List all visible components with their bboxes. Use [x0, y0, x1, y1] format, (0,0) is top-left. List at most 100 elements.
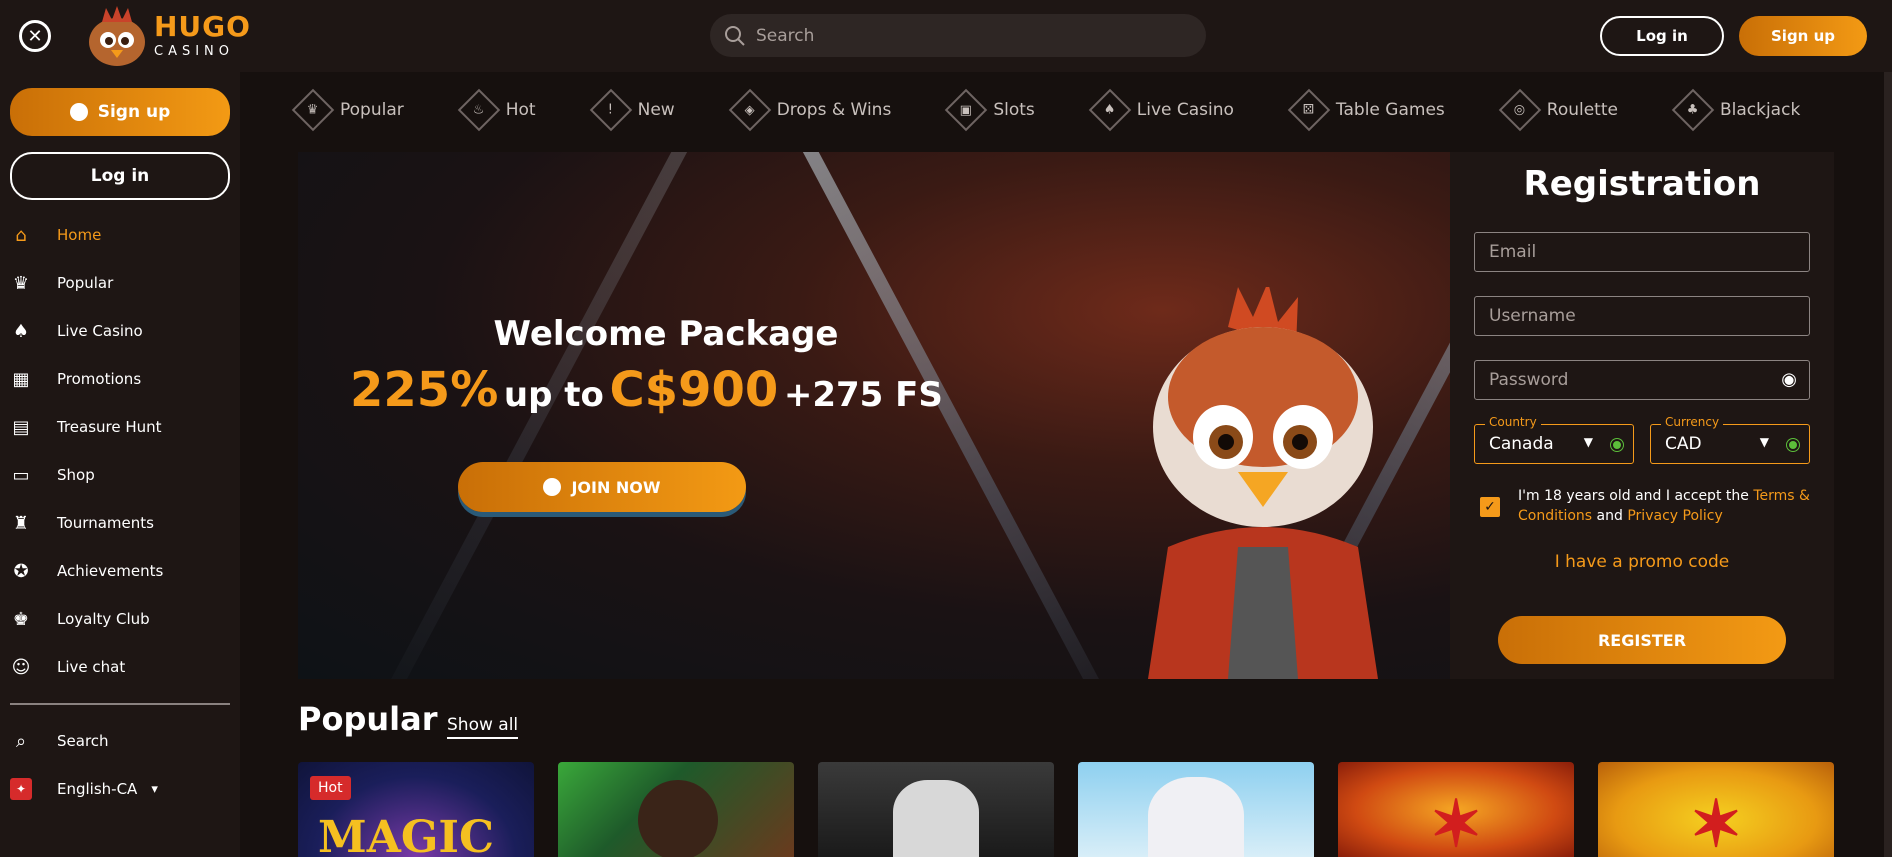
game-character-image	[893, 780, 979, 857]
shop-icon: ▭	[12, 464, 30, 486]
hugo-mascot-image	[1148, 287, 1378, 679]
offer-percent: 225%	[350, 362, 499, 418]
page-scrollbar[interactable]	[1884, 72, 1892, 857]
user-icon	[69, 103, 88, 121]
sidebar-search[interactable]: ⌕ Search	[10, 726, 109, 756]
dice-icon: ⚄	[1287, 88, 1331, 132]
header-login-button[interactable]: Log in	[1600, 16, 1724, 56]
sidebar-item-tournaments[interactable]: ♜ Tournaments	[10, 508, 154, 538]
game-tile[interactable]: Hot MAGIC	[298, 762, 534, 857]
medal-icon: ✪	[13, 560, 29, 582]
sidebar-signup-button[interactable]: Sign up	[10, 88, 230, 136]
sidebar-item-home[interactable]: ⌂ Home	[10, 220, 101, 250]
category-popular[interactable]: ♛ Popular	[291, 88, 404, 132]
top-bar: ✕ HUGO CASINO Search Log in Sign up	[0, 0, 1892, 72]
password-placeholder: Password	[1489, 370, 1569, 390]
username-field[interactable]: Username	[1474, 296, 1810, 336]
promo-code-link[interactable]: I have a promo code	[1450, 552, 1834, 572]
sidebar-item-label: Loyalty Club	[57, 610, 150, 628]
game-tile[interactable]: ✶	[1598, 762, 1834, 857]
game-tile[interactable]	[1078, 762, 1314, 857]
category-label: Live Casino	[1136, 100, 1234, 120]
sidebar-item-label: Treasure Hunt	[57, 418, 162, 436]
sidebar-item-label: Promotions	[57, 370, 142, 388]
sidebar-item-shop[interactable]: ▭ Shop	[10, 460, 95, 490]
trophy-icon: ♜	[12, 512, 30, 534]
terms-checkbox[interactable]: ✓	[1480, 497, 1500, 517]
category-label: Drops & Wins	[776, 100, 892, 120]
currency-select[interactable]: Currency CAD ▼	[1650, 415, 1810, 464]
category-new[interactable]: ! New	[589, 88, 675, 132]
category-drops-wins[interactable]: ◈ Drops & Wins	[728, 88, 892, 132]
crown-icon: ♚	[12, 608, 30, 630]
sidebar-signup-label: Sign up	[97, 102, 171, 122]
category-label: Table Games	[1335, 100, 1445, 120]
category-table-games[interactable]: ⚄ Table Games	[1287, 88, 1445, 132]
language-selector[interactable]: ✦ English-CA ▾	[10, 774, 158, 804]
brand-sub: CASINO	[154, 44, 235, 59]
exclamation-icon: !	[589, 88, 632, 132]
register-button[interactable]: REGISTER	[1498, 616, 1786, 664]
country-select[interactable]: Country Canada ▼	[1474, 415, 1634, 464]
game-tile[interactable]: ✶	[1338, 762, 1574, 857]
sidebar-item-treasure-hunt[interactable]: ▤ Treasure Hunt	[10, 412, 162, 442]
category-blackjack[interactable]: ♣ Blackjack	[1671, 88, 1801, 132]
currency-value: CAD	[1665, 434, 1702, 454]
sidebar-item-label: Shop	[57, 466, 95, 484]
email-field[interactable]: Email	[1474, 232, 1810, 272]
crown-icon: ♛	[291, 88, 335, 132]
category-label: Hot	[505, 100, 536, 120]
header-signup-button[interactable]: Sign up	[1739, 16, 1867, 56]
category-hot[interactable]: ♨ Hot	[457, 88, 536, 132]
sidebar-item-live-chat[interactable]: ☺ Live chat	[10, 652, 126, 682]
game-tile[interactable]	[558, 762, 794, 857]
terms-and: and	[1592, 508, 1628, 524]
roulette-icon: ◎	[1498, 88, 1541, 132]
sidebar-item-loyalty-club[interactable]: ♚ Loyalty Club	[10, 604, 150, 634]
category-roulette[interactable]: ◎ Roulette	[1498, 88, 1618, 132]
currency-label: Currency	[1661, 415, 1724, 429]
user-icon	[543, 478, 562, 496]
valid-status-icon	[1787, 439, 1799, 451]
game-symbol-image: ✶	[1429, 787, 1483, 857]
password-field[interactable]: Password ◉	[1474, 360, 1810, 400]
game-tile[interactable]	[818, 762, 1054, 857]
valid-status-icon	[1611, 439, 1623, 451]
chat-icon: ☺	[11, 656, 31, 678]
registration-title: Registration	[1523, 164, 1761, 204]
category-live-casino[interactable]: ♠ Live Casino	[1088, 88, 1234, 132]
logo[interactable]: HUGO CASINO	[84, 6, 250, 68]
sidebar-item-popular[interactable]: ♛ Popular	[10, 268, 113, 298]
join-now-button[interactable]: JOIN NOW	[458, 462, 746, 512]
show-all-link[interactable]: Show all	[447, 715, 519, 739]
flame-icon: ♨	[457, 88, 500, 132]
registration-panel: Registration Email Username Password ◉ C…	[1450, 152, 1834, 679]
country-label: Country	[1485, 415, 1541, 429]
hugo-bird-logo-icon	[89, 6, 145, 66]
offer-free-spins: +275 FS	[783, 375, 943, 415]
category-label: Blackjack	[1719, 100, 1801, 120]
sidebar-item-achievements[interactable]: ✪ Achievements	[10, 556, 163, 586]
sidebar-item-live-casino[interactable]: ♠ Live Casino	[10, 316, 143, 346]
welcome-banner[interactable]: Welcome Package 225% up to C$900 +275 FS…	[298, 152, 1450, 679]
category-label: Roulette	[1546, 100, 1618, 120]
search-input[interactable]: Search	[710, 14, 1206, 57]
sidebar-item-promotions[interactable]: ▦ Promotions	[10, 364, 141, 394]
sidebar-item-label: Home	[57, 226, 102, 244]
sidebar-item-label: Tournaments	[57, 514, 154, 532]
close-icon[interactable]: ✕	[19, 20, 51, 52]
hot-badge: Hot	[310, 776, 351, 800]
eye-icon[interactable]: ◉	[1781, 369, 1797, 390]
sidebar-item-label: Live Casino	[57, 322, 143, 340]
cards-icon: ♠	[12, 320, 30, 342]
game-tile-title: MAGIC	[318, 812, 495, 857]
caret-down-icon: ▼	[1583, 435, 1593, 449]
sidebar-login-button[interactable]: Log in	[10, 152, 230, 200]
search-icon: ⌕	[15, 730, 27, 752]
offer-amount: C$900	[609, 362, 779, 418]
terms-prefix: I'm 18 years old and I accept the	[1518, 488, 1754, 504]
privacy-link[interactable]: Privacy Policy	[1627, 508, 1722, 524]
category-slots[interactable]: ▣ Slots	[945, 88, 1035, 132]
caret-down-icon: ▼	[1759, 435, 1769, 449]
sidebar-search-label: Search	[57, 732, 109, 750]
